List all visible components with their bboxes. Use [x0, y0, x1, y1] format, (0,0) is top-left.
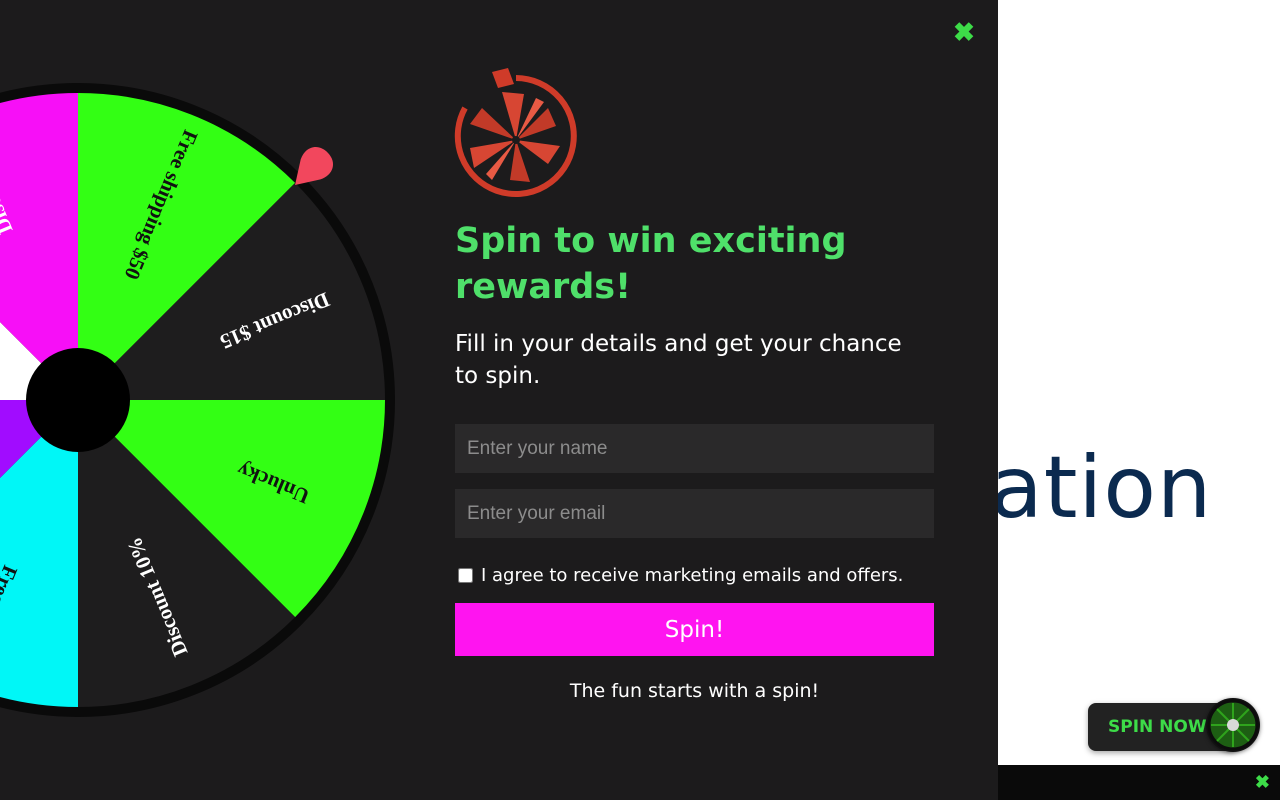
close-icon[interactable]: ✖ [950, 18, 978, 46]
spin-wheel-logo-icon [454, 68, 577, 197]
popup-subtitle: Fill in your details and get your chance… [455, 331, 902, 389]
wheel-hub [26, 348, 130, 452]
email-input[interactable] [455, 489, 934, 538]
close-icon[interactable]: ✖ [1255, 771, 1270, 793]
bottom-bar: ✖ [998, 765, 1280, 800]
spin-button[interactable]: Spin! [455, 603, 934, 656]
background-heading: ation [990, 438, 1213, 538]
name-input[interactable] [455, 424, 934, 473]
popup-title: Spin to win exciting rewards! [455, 221, 847, 307]
consent-checkbox[interactable] [458, 567, 473, 583]
consent-row[interactable]: I agree to receive marketing emails and … [458, 563, 903, 587]
spin-now-label: SPIN NOW [1108, 717, 1207, 737]
consent-label: I agree to receive marketing emails and … [481, 564, 904, 586]
spin-popup: Free shipping $50 Discount $15 Unlucky Disc… [0, 0, 998, 800]
prize-wheel: Free shipping $50Discount $15UnluckyDisc… [0, 83, 395, 717]
mini-wheel-icon[interactable] [1206, 698, 1260, 752]
footer-text: The fun starts with a spin! [569, 680, 820, 702]
